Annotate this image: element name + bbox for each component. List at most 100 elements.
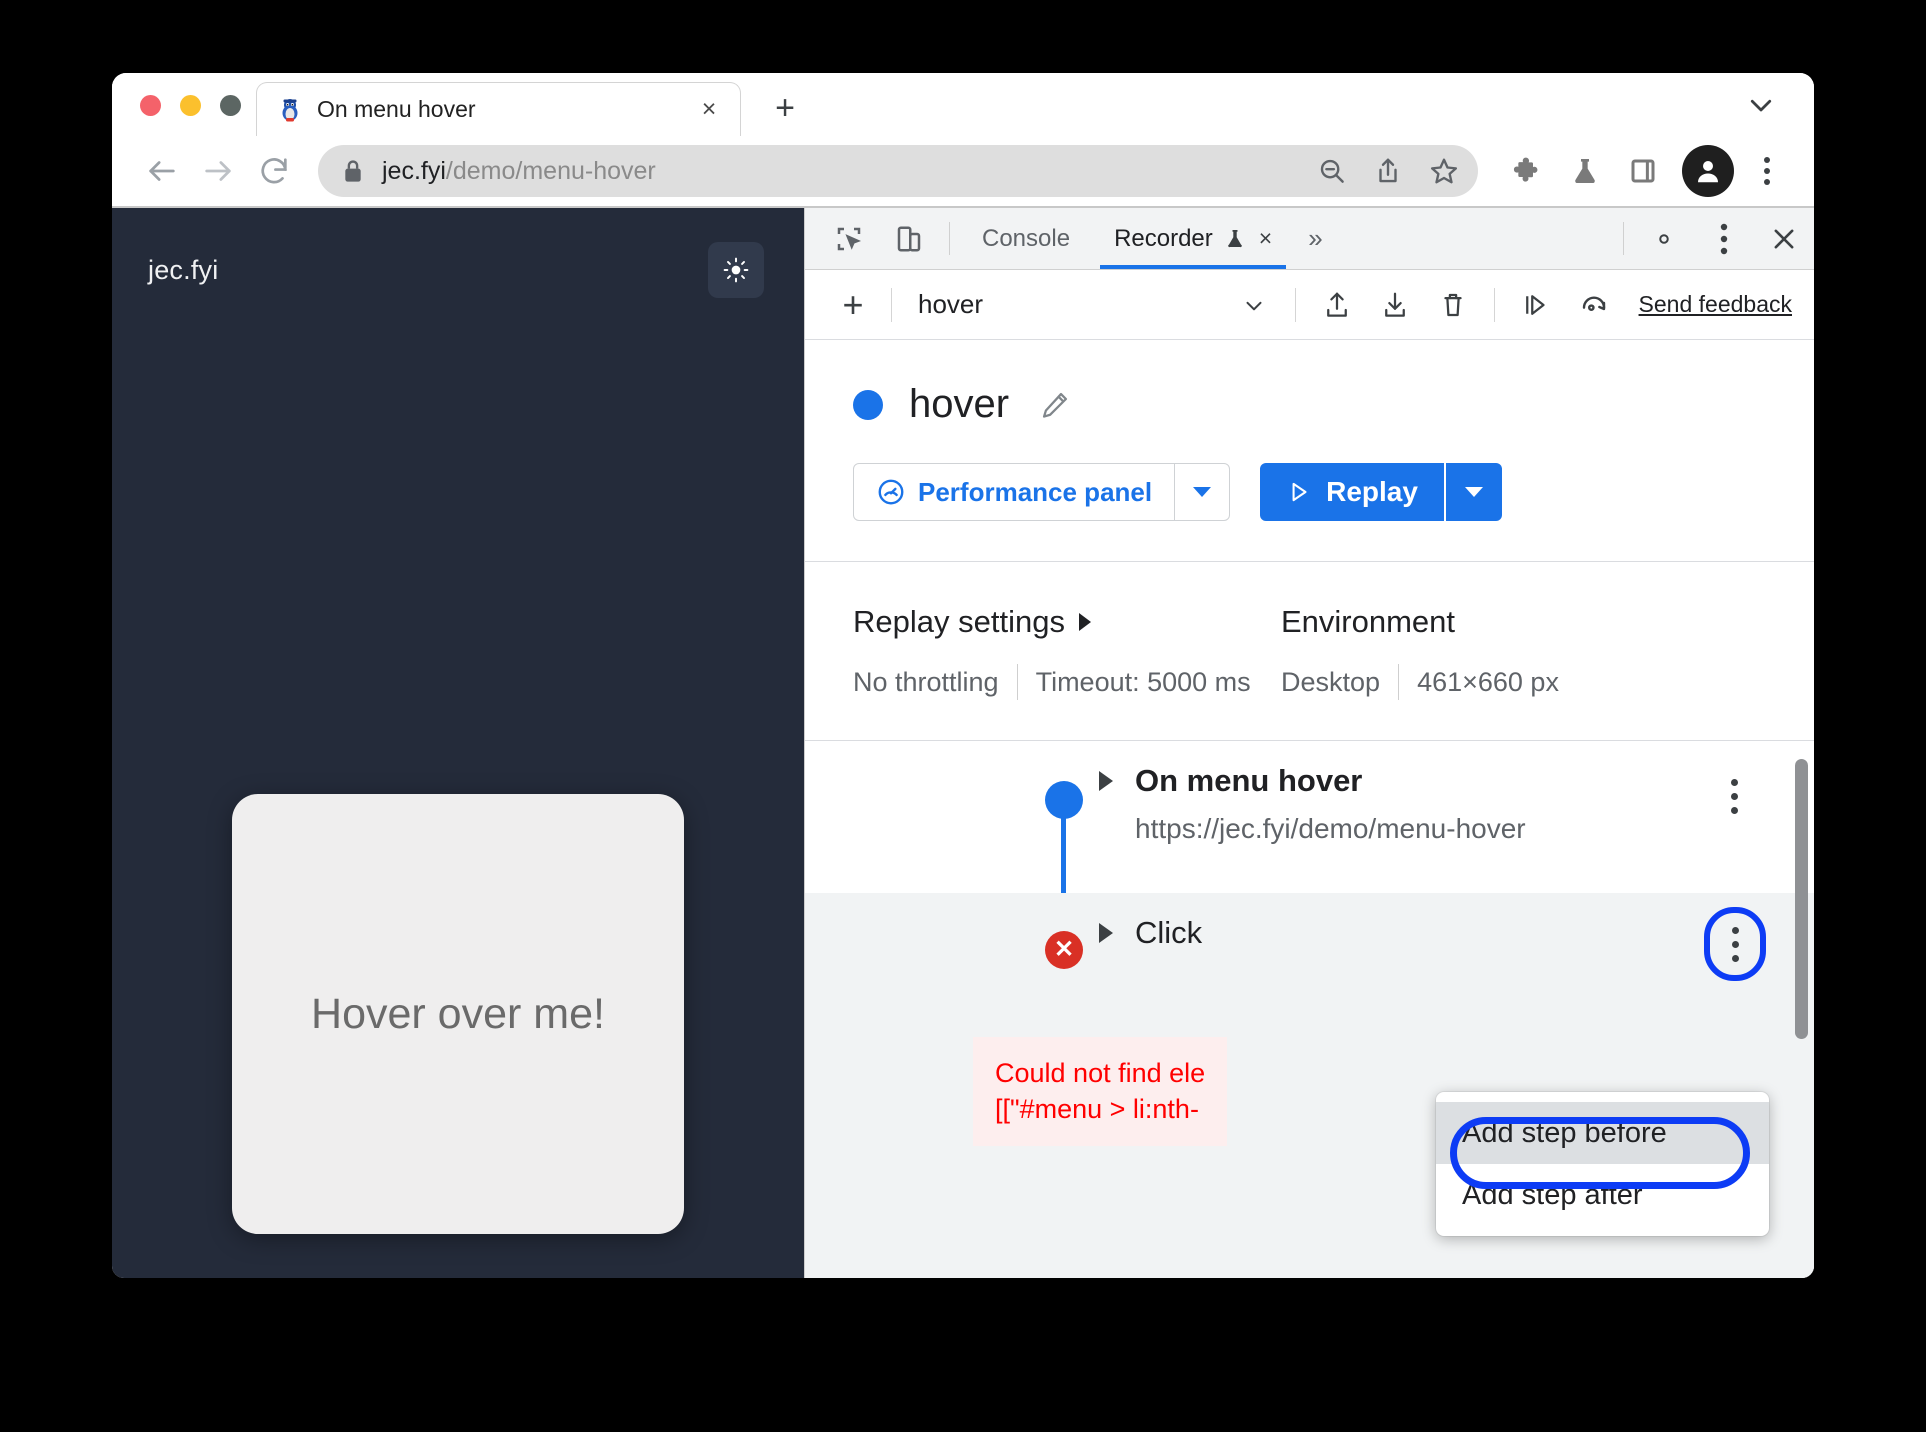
close-tab-button[interactable]: × [694, 95, 724, 125]
sun-icon[interactable] [708, 242, 764, 298]
step-thumb-spacer [805, 763, 1025, 873]
export-icon[interactable] [1366, 277, 1424, 333]
triangle-right-icon [1078, 613, 1091, 631]
step-title-row[interactable]: On menu hover [1099, 763, 1804, 799]
close-window-button[interactable] [140, 95, 161, 116]
play-triangle-icon [1286, 479, 1312, 505]
step-title-row-2[interactable]: Click [1099, 915, 1804, 951]
caret-down-icon [1464, 487, 1483, 497]
tab-title: On menu hover [317, 96, 476, 122]
performance-gauge-icon [876, 477, 906, 507]
inspect-element-icon[interactable] [819, 208, 879, 269]
more-tabs-icon[interactable]: » [1294, 208, 1336, 269]
step-status-node-error: ✕ [1045, 931, 1083, 969]
replay-step-icon[interactable] [1507, 277, 1565, 333]
performance-panel-label: Performance panel [918, 476, 1153, 507]
recording-header: hover Performance panel Replay [805, 340, 1814, 562]
replay-dropdown[interactable] [1446, 463, 1502, 521]
replay-split-button[interactable]: Replay [1260, 463, 1502, 521]
extensions-puzzle-icon[interactable] [1498, 143, 1556, 199]
performance-panel-split-button[interactable]: Performance panel [853, 463, 1231, 521]
forward-arrow-icon[interactable] [190, 143, 246, 199]
import-icon[interactable] [1308, 277, 1366, 333]
caret-down-icon [1193, 487, 1212, 497]
flask-icon[interactable] [1556, 143, 1614, 199]
recorder-toolbar-divider [891, 287, 892, 322]
replay-button[interactable]: Replay [1260, 463, 1444, 521]
send-feedback-link[interactable]: Send feedback [1639, 291, 1792, 318]
penguin-favicon [277, 97, 303, 123]
step-options-kebab[interactable] [1704, 907, 1766, 981]
recorder-toolbar-divider-2 [1294, 287, 1296, 322]
settings-gear-icon[interactable] [1634, 208, 1694, 269]
browser-tab[interactable]: On menu hover × [256, 82, 741, 136]
new-tab-button[interactable]: + [763, 86, 807, 130]
table-row[interactable]: On menu hover https://jec.fyi/demo/menu-… [805, 741, 1814, 961]
hover-target-card[interactable]: Hover over me! [232, 794, 684, 1234]
flask-icon [1223, 227, 1247, 251]
tab-recorder[interactable]: Recorder × [1092, 208, 1294, 269]
performance-panel-button[interactable]: Performance panel [854, 464, 1174, 520]
browser-toolbar: jec.fyi/demo/menu-hover [112, 136, 1814, 208]
address-bar[interactable]: jec.fyi/demo/menu-hover [318, 145, 1478, 197]
expand-step-triangle-icon[interactable] [1099, 771, 1113, 791]
devtools-tab-bar: Console Recorder × » [805, 208, 1814, 270]
menu-item-add-step-after[interactable]: Add step after [1436, 1164, 1769, 1226]
side-panel-icon[interactable] [1614, 143, 1672, 199]
url-host: jec.fyi [382, 156, 446, 185]
trash-icon[interactable] [1424, 277, 1482, 333]
chrome-menu-kebab-icon[interactable] [1744, 143, 1790, 199]
tab-strip: On menu hover × + [112, 73, 1814, 136]
tab-console[interactable]: Console [960, 208, 1092, 269]
recording-selector-label[interactable]: hover [918, 289, 983, 320]
menu-item-add-step-before[interactable]: Add step before [1436, 1102, 1769, 1164]
environment-column: Environment Desktop 461×660 px [1281, 604, 1577, 700]
page-brand: jec.fyi [148, 254, 219, 285]
lock-icon [342, 158, 364, 184]
chevron-down-icon[interactable] [1225, 277, 1283, 333]
step-title: Click [1135, 915, 1203, 950]
replay-settings-title: Replay settings [853, 604, 1065, 639]
url-path: /demo/menu-hover [445, 156, 656, 185]
recorder-toolbar: + hover Send feedback [805, 270, 1814, 340]
url-text: jec.fyi/demo/menu-hover [382, 157, 656, 186]
performance-panel-dropdown[interactable] [1175, 464, 1229, 520]
steps-scrollbar[interactable] [1795, 759, 1808, 1039]
devtools-kebab-icon[interactable] [1694, 208, 1754, 269]
device-toolbar-icon[interactable] [879, 208, 939, 269]
close-devtools-icon[interactable] [1754, 208, 1814, 269]
maximize-window-button[interactable] [220, 95, 241, 116]
step-body: On menu hover https://jec.fyi/demo/menu-… [1099, 763, 1814, 873]
recording-status-dot [853, 389, 883, 420]
timeline-column [1025, 763, 1099, 961]
step-title: On menu hover [1135, 763, 1363, 798]
star-icon[interactable] [1416, 145, 1472, 197]
back-arrow-icon[interactable] [134, 143, 190, 199]
close-recorder-tab-icon[interactable]: × [1259, 225, 1272, 252]
minimize-window-button[interactable] [180, 95, 201, 116]
reload-icon[interactable] [246, 143, 302, 199]
expand-step-triangle-icon[interactable] [1099, 923, 1113, 943]
pencil-icon[interactable] [1035, 385, 1075, 425]
tab-console-label: Console [982, 224, 1071, 252]
replay-label: Replay [1326, 476, 1418, 507]
devtools-tabbar-spacer [1337, 208, 1613, 269]
device-value: Desktop [1281, 666, 1381, 697]
step-error-message: Could not find ele [["#menu > li:nth- [973, 1037, 1228, 1146]
replay-settings-values: No throttling Timeout: 5000 ms [853, 664, 1281, 700]
chevron-down-icon[interactable] [1736, 80, 1786, 130]
share-icon[interactable] [1360, 145, 1416, 197]
devtools-tabbar-right [1634, 208, 1814, 269]
step-options-kebab[interactable] [1712, 769, 1756, 823]
replay-slow-icon[interactable] [1565, 277, 1623, 333]
replay-settings-section: Replay settings No throttling Timeout: 5… [805, 562, 1814, 741]
step-status-node-ok [1045, 781, 1083, 819]
replay-settings-toggle[interactable]: Replay settings [853, 604, 1281, 640]
zoom-out-icon[interactable] [1304, 145, 1360, 197]
add-recording-button[interactable]: + [827, 286, 879, 323]
profile-avatar-icon[interactable] [1682, 145, 1734, 197]
recording-title-row: hover [853, 382, 1814, 427]
toolbar-divider [949, 222, 950, 255]
throttling-value: No throttling [853, 666, 999, 697]
replay-settings-column: Replay settings No throttling Timeout: 5… [853, 604, 1281, 700]
